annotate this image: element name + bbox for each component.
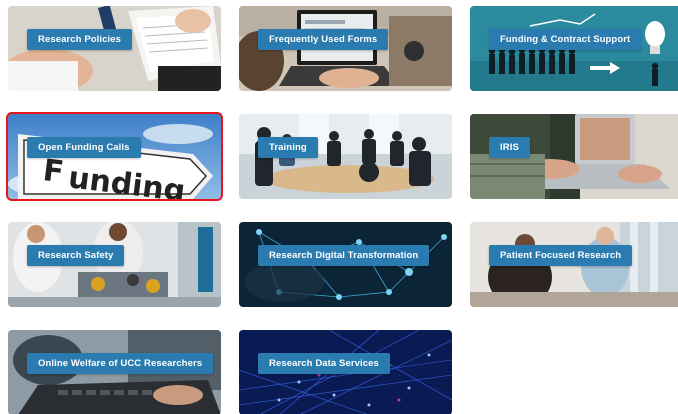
tile-label: Training	[258, 137, 318, 158]
tile-label: Patient Focused Research	[489, 245, 633, 266]
tile-label: Research Digital Transformation	[258, 245, 430, 266]
tile-label: Online Welfare of UCC Researchers	[27, 353, 214, 374]
tile-research-safety[interactable]: Research Safety	[8, 222, 221, 307]
tile-label: IRIS	[489, 137, 530, 158]
tile-label: Research Data Services	[258, 353, 390, 374]
tile-online-welfare-ucc-researchers[interactable]: Online Welfare of UCC Researchers	[8, 330, 221, 414]
tile-label: Research Safety	[27, 245, 125, 266]
svg-text:F: F	[41, 153, 66, 190]
tile-funding-contract-support[interactable]: Funding & Contract Support	[470, 6, 678, 91]
tile-research-policies[interactable]: Research Policies	[8, 6, 221, 91]
tile-frequently-used-forms[interactable]: Frequently Used Forms	[239, 6, 452, 91]
tile-open-funding-calls[interactable]: unding F Open Funding Calls	[6, 112, 223, 201]
tile-patient-focused-research[interactable]: Patient Focused Research	[470, 222, 678, 307]
tile-research-digital-transformation[interactable]: Research Digital Transformation	[239, 222, 452, 307]
tile-label: Research Policies	[27, 29, 133, 50]
tile-label: Funding & Contract Support	[489, 29, 642, 50]
research-support-tile-grid: Research Policies Frequently Used Forms	[0, 0, 678, 414]
tile-label: Frequently Used Forms	[258, 29, 389, 50]
tile-iris[interactable]: IRIS	[470, 114, 678, 199]
tile-training[interactable]: Training	[239, 114, 452, 199]
tile-research-data-services[interactable]: Research Data Services	[239, 330, 452, 414]
tile-label: Open Funding Calls	[27, 137, 141, 158]
